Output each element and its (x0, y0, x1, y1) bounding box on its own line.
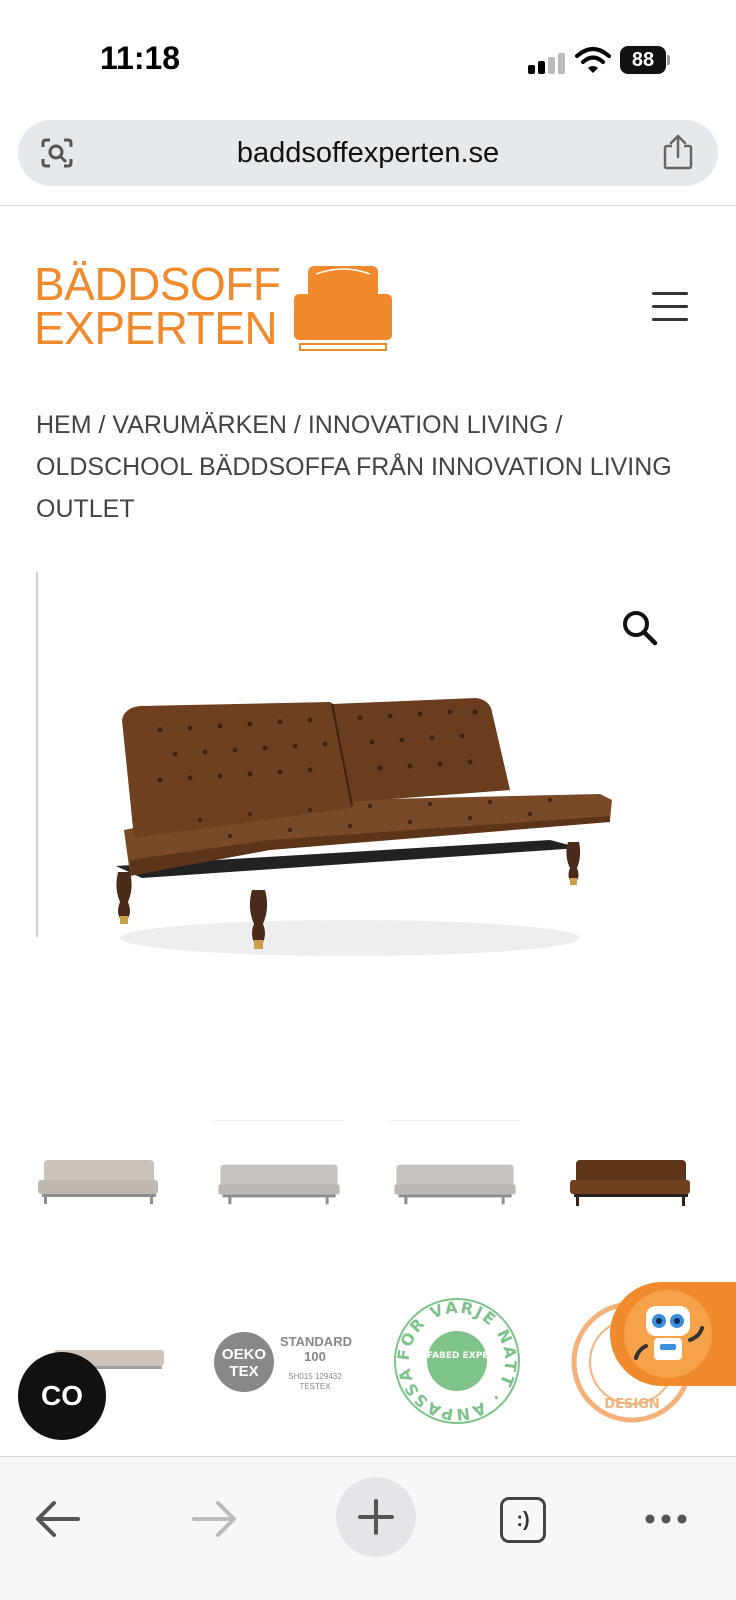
new-tab-plus-icon[interactable] (336, 1477, 416, 1557)
status-time: 11:18 (100, 40, 181, 76)
address-bar[interactable]: baddsoffexperten.se (18, 120, 718, 186)
thumbnail-1[interactable] (34, 1124, 164, 1254)
thumbnail-4-selected[interactable] (566, 1124, 696, 1254)
oeko-tex-logo: OEKO TEX (214, 1332, 274, 1392)
wifi-icon (575, 46, 611, 74)
breadcrumb-separator: / (91, 411, 113, 439)
gallery-border (36, 572, 38, 937)
status-bar: 11:18 88 (0, 0, 736, 110)
breadcrumb-separator: / (286, 411, 308, 439)
co-label: CO (41, 1380, 83, 1411)
chatbot-button[interactable] (610, 1282, 736, 1386)
share-icon[interactable] (662, 134, 694, 170)
divider (0, 205, 736, 206)
sofabed-expert-badge: FÖR VARJE NATT · ANPASSAD SOFABED EXPERT (392, 1296, 520, 1424)
cookie-consent-button[interactable]: CO (18, 1352, 106, 1440)
tabs-icon[interactable]: :) (500, 1497, 546, 1543)
logo-sofa-icon (294, 266, 392, 351)
url-text[interactable]: baddsoffexperten.se (18, 120, 718, 186)
product-image[interactable] (80, 690, 640, 980)
breadcrumb-brands[interactable]: VARUMÄRKEN (112, 411, 287, 439)
thumbnail-2[interactable] (214, 1120, 344, 1250)
logo-line-2: EXPERTEN (34, 302, 278, 354)
browser-toolbar: :) (0, 1456, 736, 1600)
hamburger-menu-icon[interactable] (648, 290, 692, 324)
site-logo[interactable]: BÄDDSOFF EXPERTEN (34, 258, 394, 354)
robot-icon (624, 1290, 712, 1378)
sofabed-center-text: SOFABED EXPERT (413, 1351, 502, 1361)
breadcrumb-separator: / (548, 411, 563, 439)
breadcrumb-innovation-living[interactable]: INNOVATION LIVING (308, 411, 549, 439)
back-arrow-icon[interactable] (18, 1479, 98, 1559)
oeko-standard-text: STANDARD 100 (280, 1334, 352, 1364)
forward-arrow-icon[interactable] (174, 1479, 254, 1559)
battery-icon: 88 (620, 46, 670, 74)
oeko-certificate-text: SH015 129432 TESTEX (288, 1372, 342, 1391)
battery-level: 88 (620, 46, 666, 74)
thumbnail-3[interactable] (390, 1120, 520, 1250)
search-zoom-icon[interactable] (620, 608, 660, 648)
breadcrumb-current: OLDSCHOOL BÄDDSOFFA FRÅN INNOVATION LIVI… (36, 453, 672, 523)
oeko-tex-badge: OEKO TEX STANDARD 100 SH015 129432 TESTE… (214, 1324, 354, 1404)
design-ring-text: DESIGN (604, 1397, 659, 1412)
logo-line-1: BÄDDSOFF (34, 258, 281, 310)
more-icon[interactable] (626, 1479, 706, 1559)
logo-text: BÄDDSOFF EXPERTEN (34, 258, 281, 354)
breadcrumb-home[interactable]: HEM (36, 411, 92, 439)
breadcrumb: HEM / VARUMÄRKEN / INNOVATION LIVING / O… (36, 404, 706, 530)
signal-icon (528, 52, 566, 74)
tabs-label: :) (516, 1509, 530, 1531)
